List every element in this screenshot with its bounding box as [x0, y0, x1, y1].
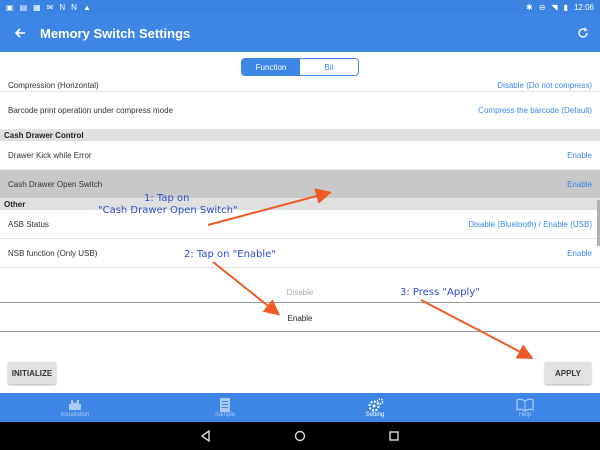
nav-label: Installation — [60, 411, 90, 418]
setting-value: Disable (Do not compress) — [497, 82, 592, 90]
picker-divider — [0, 302, 600, 303]
picker-divider — [0, 331, 600, 332]
setting-label: Compression (Horizontal) — [8, 82, 99, 90]
setting-value: Enable — [567, 150, 592, 160]
gallery-icon: ▦ — [33, 2, 41, 12]
back-button[interactable] — [0, 14, 40, 52]
list-item[interactable]: Drawer Kick while Error Enable — [0, 141, 600, 170]
annotation-step1-line1: 1: Tap on — [144, 193, 190, 204]
picker-option-enable[interactable]: Enable — [0, 314, 600, 323]
setting-label: Cash Drawer Open Switch — [8, 179, 103, 189]
apply-button[interactable]: APPLY — [545, 362, 591, 384]
picker-option-disable[interactable]: Disable — [0, 288, 600, 297]
setting-label: Drawer Kick while Error — [8, 150, 92, 160]
setting-label: ASB Status — [8, 219, 49, 229]
app-bar: Memory Switch Settings — [0, 14, 600, 52]
bottom-nav: Installation Sample Setting Help — [0, 393, 600, 422]
nav-help[interactable]: Help — [450, 393, 600, 422]
system-navigation-bar — [0, 422, 600, 450]
nav-label: Sample — [214, 411, 236, 418]
annotation-step3: 3: Press "Apply" — [400, 287, 480, 298]
nav-setting[interactable]: Setting — [300, 393, 450, 422]
list-item[interactable]: Barcode print operation under compress m… — [0, 92, 600, 130]
photo-icon: ▤ — [19, 2, 28, 12]
tab-strip: Function Bit — [0, 52, 600, 82]
annotation-step2: 2: Tap on "Enable" — [184, 249, 276, 260]
nav-sample[interactable]: Sample — [150, 393, 300, 422]
back-arrow-icon — [14, 28, 25, 38]
n-icon: N — [71, 2, 77, 12]
list-item[interactable]: ASB Status Disable (Bluetooth) / Enable … — [0, 210, 600, 239]
n-icon: N — [59, 2, 66, 12]
annotation-step1-line2: "Cash Drawer Open Switch" — [98, 205, 238, 216]
initialize-button[interactable]: INITIALIZE — [8, 362, 56, 384]
refresh-button[interactable] — [574, 24, 592, 42]
square-recents-icon — [389, 431, 399, 441]
battery-icon: ▮ — [563, 2, 568, 12]
system-recents-button[interactable] — [387, 429, 401, 443]
gear-icon — [366, 397, 384, 412]
status-bar: ▣ ▤ ▦ ✉ N N ▲ ✱ ⊖ ◥ ▮ 12:06 — [0, 0, 600, 14]
list-item[interactable]: Compression (Horizontal) Disable (Do not… — [0, 82, 600, 92]
segmented-control: Function Bit — [241, 58, 359, 76]
section-header-cash-drawer: Cash Drawer Control — [0, 130, 600, 141]
tab-bit[interactable]: Bit — [300, 59, 358, 75]
refresh-icon — [578, 27, 588, 38]
nav-label: Help — [518, 411, 532, 418]
dnd-icon: ⊖ — [538, 2, 546, 12]
book-icon — [516, 398, 534, 412]
circle-home-icon — [294, 430, 306, 442]
list-item[interactable]: NSB function (Only USB) Enable — [0, 239, 600, 268]
setting-label: NSB function (Only USB) — [8, 248, 98, 258]
system-icons: ✱ ⊖ ◥ ▮ 12:06 — [526, 3, 594, 12]
list-item-selected[interactable]: Cash Drawer Open Switch Enable — [0, 170, 600, 199]
setting-value: Enable — [567, 248, 592, 258]
page-title: Memory Switch Settings — [40, 25, 191, 41]
receipt-icon — [216, 397, 234, 412]
value-picker: Disable Enable — [0, 272, 600, 360]
setting-value: Disable (Bluetooth) / Enable (USB) — [468, 219, 592, 229]
notification-icon: ▣ — [6, 2, 14, 12]
notification-icons: ▣ ▤ ▦ ✉ N N ▲ — [6, 3, 91, 12]
warning-icon: ▲ — [82, 2, 91, 12]
setting-value: Enable — [567, 179, 592, 189]
printer-icon — [66, 398, 84, 412]
mail-icon: ✉ — [46, 2, 54, 12]
system-back-button[interactable] — [199, 429, 213, 443]
system-home-button[interactable] — [293, 429, 307, 443]
setting-value: Compress the barcode (Default) — [478, 106, 592, 115]
section-header-other: Other — [0, 199, 600, 210]
wifi-icon: ◥ — [551, 2, 558, 12]
setting-label: Barcode print operation under compress m… — [8, 106, 173, 115]
tab-function[interactable]: Function — [242, 59, 300, 75]
settings-list: Compression (Horizontal) Disable (Do not… — [0, 82, 600, 268]
bluetooth-icon: ✱ — [526, 2, 533, 12]
nav-label: Setting — [365, 411, 385, 418]
clock: 12:06 — [573, 2, 594, 12]
triangle-back-icon — [200, 430, 210, 442]
nav-installation[interactable]: Installation — [0, 393, 150, 422]
